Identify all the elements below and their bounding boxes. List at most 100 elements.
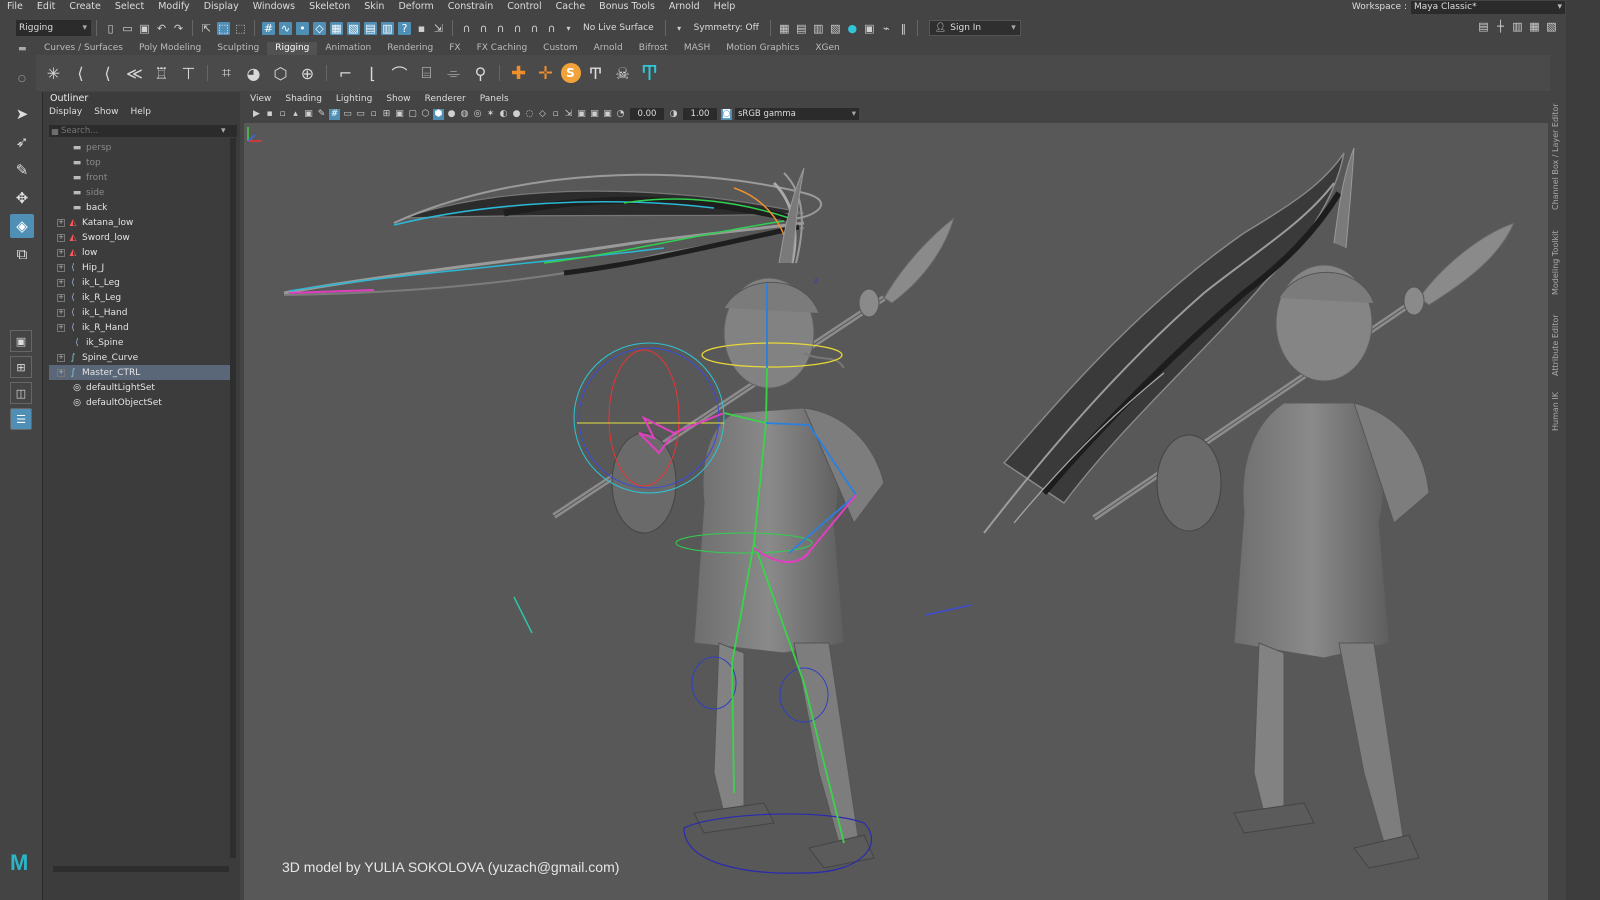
arnold-render-icon[interactable]: ⌁ <box>880 22 893 35</box>
motion-blur-icon[interactable]: ◌ <box>524 109 535 120</box>
select-component-icon[interactable]: ⬚ <box>234 22 247 35</box>
outliner-item[interactable]: + ◭ low <box>49 245 231 260</box>
aim-constraint-icon[interactable]: ⌊ <box>361 61 385 85</box>
exposure-field[interactable]: 0.00 <box>630 108 664 120</box>
gamma-icon[interactable]: ◑ <box>668 109 679 120</box>
outliner-menu-show[interactable]: Show <box>94 105 118 119</box>
four-view-icon[interactable]: ⊞ <box>10 356 32 378</box>
move-tool-icon[interactable]: ✥ <box>10 186 34 210</box>
outliner-item[interactable]: ▬ back <box>49 200 231 215</box>
locator-joint-icon[interactable]: ✛ <box>534 61 558 85</box>
rigged-character[interactable]: z <box>283 167 972 874</box>
antialiasing-icon[interactable]: ◇ <box>537 109 548 120</box>
safe-title-icon[interactable]: ▢ <box>407 109 418 120</box>
save-scene-icon[interactable]: ▣ <box>138 22 151 35</box>
skull-icon[interactable]: ☠ <box>611 61 635 85</box>
rotate-tool-icon[interactable]: ◈ <box>10 214 34 238</box>
menu-deform[interactable]: Deform <box>391 0 440 13</box>
depth-of-field-icon[interactable]: ▫ <box>550 109 561 120</box>
bookmark-icon[interactable]: ▴ <box>290 109 301 120</box>
point-constraint-icon[interactable]: ⌐ <box>334 61 358 85</box>
menuset-dropdown[interactable]: Rigging <box>16 20 91 36</box>
lights-icon[interactable]: ✶ <box>485 109 496 120</box>
render-sequence-icon[interactable]: ▤ <box>795 22 808 35</box>
snap-curve-icon[interactable]: ∿ <box>279 21 292 35</box>
shelf-options-icon[interactable]: ▬ ○ <box>18 44 28 84</box>
tab-bifrost[interactable]: Bifrost <box>631 42 676 55</box>
insert-joint-icon[interactable]: ⟨ <box>69 61 93 85</box>
magnet-curve-icon[interactable]: ∩ <box>477 22 490 35</box>
chevron-down-icon[interactable]: ▾ <box>562 22 575 35</box>
film-gate-icon[interactable]: ▭ <box>342 109 353 120</box>
viewport-menu-lighting[interactable]: Lighting <box>330 92 380 106</box>
exposure-icon[interactable]: ◔ <box>615 109 626 120</box>
outliner-hscrollbar[interactable] <box>53 866 229 872</box>
tab-mash[interactable]: MASH <box>676 42 718 55</box>
scale-constraint-icon[interactable]: ⌸ <box>415 61 439 85</box>
magnet-live-icon[interactable]: ∩ <box>545 22 558 35</box>
snap-projected-icon[interactable]: ◇ <box>313 21 326 35</box>
tab-rendering[interactable]: Rendering <box>379 42 441 55</box>
viewport-menu-shading[interactable]: Shading <box>279 92 330 106</box>
textured-icon[interactable]: ◎ <box>472 109 483 120</box>
outliner-item[interactable]: ◎ defaultObjectSet <box>49 395 231 410</box>
render-settings-icon[interactable]: ▧ <box>829 22 842 35</box>
gate-mask-icon[interactable]: ▫ <box>368 109 379 120</box>
menu-modify[interactable]: Modify <box>151 0 196 13</box>
menu-control[interactable]: Control <box>500 0 548 13</box>
layout-tool-icon[interactable]: ┼ <box>1494 20 1507 33</box>
ik-handle-icon[interactable]: ≪ <box>123 61 147 85</box>
human-ik-icon[interactable]: ⊤ <box>177 61 201 85</box>
magnet-point-icon[interactable]: ∩ <box>494 22 507 35</box>
outliner-item[interactable]: ▬ side <box>49 185 231 200</box>
menu-constrain[interactable]: Constrain <box>441 0 501 13</box>
tab-sculpting[interactable]: Sculpting <box>209 42 267 55</box>
tab-arnold[interactable]: Arnold <box>586 42 631 55</box>
gamma-field[interactable]: 1.00 <box>683 108 717 120</box>
menu-help[interactable]: Help <box>707 0 743 13</box>
expand-icon[interactable]: + <box>57 233 65 242</box>
character-pose-icon[interactable]: Ͳ <box>638 61 662 85</box>
outliner-item[interactable]: + ◭ Katana_low <box>49 215 231 230</box>
tab-modeling-toolkit[interactable]: Modeling Toolkit <box>1551 227 1565 299</box>
render-view-icon[interactable]: ▥ <box>812 22 825 35</box>
tab-human-ik[interactable]: Human IK <box>1551 392 1565 432</box>
grid-icon[interactable]: # <box>329 108 340 120</box>
outliner-item[interactable]: + ∫ Master_CTRL <box>49 365 231 380</box>
mirror-joint-icon[interactable]: ⟨ <box>96 61 120 85</box>
pause-icon[interactable]: ‖ <box>897 22 910 35</box>
resolution-gate-icon[interactable]: ▭ <box>355 109 366 120</box>
ambient-occlusion-icon[interactable]: ● <box>511 109 522 120</box>
layout-modeling-icon[interactable]: ▤ <box>1477 20 1490 33</box>
layout-attribute-icon[interactable]: ▥ <box>1511 20 1524 33</box>
menu-windows[interactable]: Windows <box>246 0 302 13</box>
single-perspective-icon[interactable]: ▣ <box>10 330 32 352</box>
symmetry-label[interactable]: Symmetry: Off <box>694 23 759 33</box>
pole-vector-icon[interactable]: ⚲ <box>469 61 493 85</box>
xray-joints-icon[interactable]: ▣ <box>589 109 600 120</box>
select-tool-icon[interactable]: ➤ <box>10 102 34 126</box>
select-object-icon[interactable]: ⬚ <box>217 21 230 35</box>
snap-settings-icon[interactable]: ▤ <box>364 21 377 35</box>
bind-skin-icon[interactable]: ⌗ <box>215 61 239 85</box>
expand-icon[interactable]: + <box>57 278 65 287</box>
magnet-icon[interactable]: ∩ <box>460 22 473 35</box>
tab-custom[interactable]: Custom <box>535 42 585 55</box>
lasso-tool-icon[interactable]: ➶ <box>10 130 34 154</box>
make-live-icon[interactable]: ▧ <box>347 21 360 35</box>
outliner-layout-icon[interactable]: ☰ <box>10 408 32 430</box>
hypershade-icon[interactable]: ● <box>846 22 859 35</box>
xray-components-icon[interactable]: ▣ <box>602 109 613 120</box>
new-scene-icon[interactable]: ▯ <box>104 22 117 35</box>
menu-skin[interactable]: Skin <box>357 0 391 13</box>
expand-icon[interactable]: + <box>57 218 65 227</box>
shadows-icon[interactable]: ◐ <box>498 109 509 120</box>
camera-lock-icon[interactable]: ▪ <box>264 109 275 120</box>
snap-view-plane-icon[interactable]: ▦ <box>330 21 343 35</box>
outliner-item[interactable]: + ⟨ ik_R_Leg <box>49 290 231 305</box>
menu-create[interactable]: Create <box>62 0 108 13</box>
tab-curves-surfaces[interactable]: Curves / Surfaces <box>36 42 131 55</box>
tab-animation[interactable]: Animation <box>317 42 379 55</box>
outliner-item[interactable]: + ⟨ Hip_J <box>49 260 231 275</box>
color-space-dropdown[interactable]: sRGB gamma <box>735 108 859 120</box>
